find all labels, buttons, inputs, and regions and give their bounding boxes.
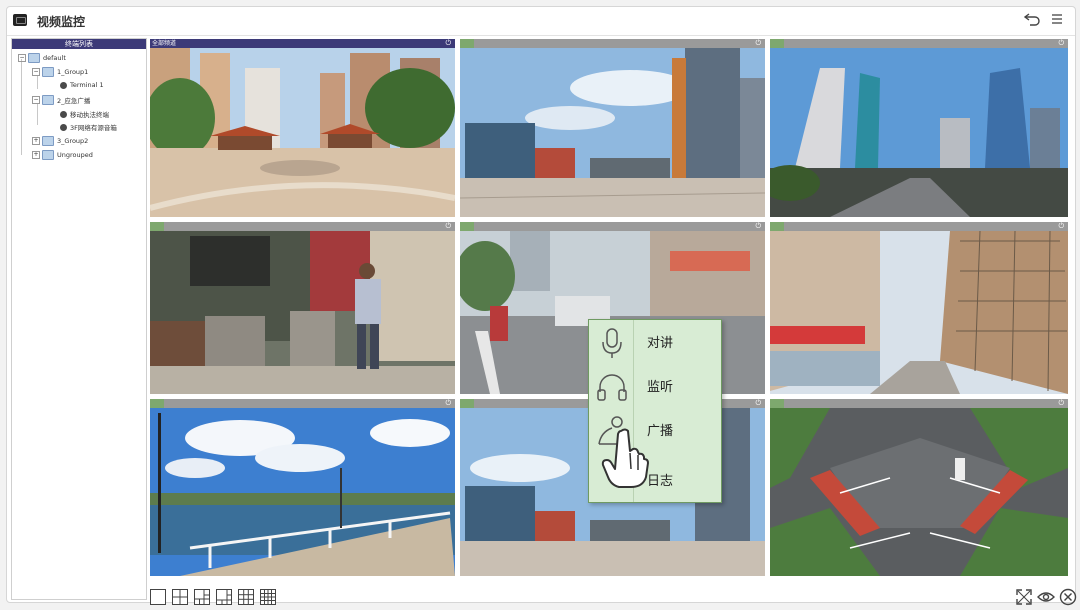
title-bar: 视频监控 [7, 7, 1075, 36]
power-icon[interactable]: ⏻ [755, 39, 761, 48]
tree-node-default[interactable]: − default [18, 53, 66, 63]
status-tag [150, 399, 164, 408]
layout-1-plus-5-button[interactable] [216, 589, 232, 605]
power-icon[interactable]: ⏻ [1058, 399, 1064, 408]
camera-feed-entrance [150, 231, 455, 394]
camera-feed-plaza [150, 48, 455, 217]
cell-header: ⏻ [460, 39, 765, 48]
power-icon[interactable]: ⏻ [445, 399, 451, 408]
status-tag [460, 399, 474, 408]
collapse-icon[interactable]: − [32, 96, 40, 104]
status-tag [460, 39, 474, 48]
cell-header: ⏻ [770, 39, 1068, 48]
menu-item-label: 监听 [647, 380, 674, 395]
menu-item-label: 广播 [647, 424, 674, 439]
power-icon[interactable]: ⏻ [755, 399, 761, 408]
monitor-app-icon [13, 14, 27, 26]
headphones-icon [595, 370, 629, 404]
cell-header: 全部频道 ⏻ [150, 39, 455, 48]
camera-feed-construction [770, 231, 1068, 394]
camera-feed-square [460, 48, 765, 217]
tree-guide-line [21, 59, 22, 155]
video-cell-3[interactable]: ⏻ [770, 39, 1068, 217]
eye-icon[interactable] [1037, 588, 1055, 606]
power-icon[interactable]: ⏻ [755, 222, 761, 231]
tree-node-group2[interactable]: + 3_Group2 [32, 136, 88, 146]
status-tag [460, 222, 474, 231]
tree-node-emergency-broadcast[interactable]: − 2_应急广播 [32, 95, 90, 105]
menu-item-intercom[interactable]: 对讲 [589, 320, 721, 364]
tree-header: 终端列表 [12, 39, 146, 49]
tree-guide-line [37, 75, 38, 89]
cell-header: ⏻ [150, 222, 455, 231]
terminal-icon [60, 81, 67, 89]
tree-node-network-speaker[interactable]: 3F网络有源音箱 [60, 122, 117, 132]
cell-header: ⏻ [770, 399, 1068, 408]
layout-4x4-button[interactable] [260, 589, 276, 605]
status-tag [770, 399, 784, 408]
video-cell-6[interactable]: ⏻ [770, 222, 1068, 394]
fullscreen-icon[interactable] [1015, 588, 1033, 606]
menu-item-monitor[interactable]: 监听 [589, 364, 721, 408]
power-icon[interactable]: ⏻ [1058, 222, 1064, 231]
group-folder-icon [42, 136, 54, 146]
power-icon[interactable]: ⏻ [1058, 39, 1064, 48]
video-cell-2[interactable]: ⏻ [460, 39, 765, 217]
tree-node-mobile-terminal[interactable]: 移动执法终端 [60, 109, 109, 119]
video-cell-1[interactable]: 全部频道 ⏻ [150, 39, 455, 217]
tree-node-terminal-1[interactable]: Terminal 1 [60, 81, 104, 89]
power-icon[interactable]: ⏻ [445, 222, 451, 231]
hand-cursor-icon [601, 427, 649, 488]
cell-header-label: 全部频道 [152, 40, 177, 47]
cell-header: ⏻ [460, 222, 765, 231]
minimize-icon[interactable] [1049, 11, 1065, 31]
back-icon[interactable] [1023, 11, 1041, 31]
status-tag [770, 222, 784, 231]
video-cell-9[interactable]: ⏻ [770, 399, 1068, 576]
tree-node-group1[interactable]: − 1_Group1 [32, 67, 88, 77]
terminal-icon [60, 110, 67, 118]
layout-1-plus-3-button[interactable] [194, 589, 210, 605]
camera-feed-seaside [150, 408, 455, 576]
tree-guide-line [37, 103, 38, 125]
status-tag [770, 39, 784, 48]
video-cell-4[interactable]: ⏻ [150, 222, 455, 394]
close-all-icon[interactable] [1059, 588, 1077, 606]
video-cell-7[interactable]: ⏻ [150, 399, 455, 576]
cell-header: ⏻ [770, 222, 1068, 231]
app-window: 视频监控 终端列表 − default − 1_Group1 Terminal … [6, 6, 1077, 606]
microphone-icon [595, 326, 629, 360]
power-icon[interactable]: ⏻ [445, 39, 451, 48]
layout-3x3-button[interactable] [238, 589, 254, 605]
expand-icon[interactable]: + [32, 137, 40, 145]
cell-header: ⏻ [150, 399, 455, 408]
bottom-toolbar [150, 584, 1077, 608]
menu-item-label: 日志 [647, 474, 674, 489]
layout-1x1-button[interactable] [150, 589, 166, 605]
collapse-icon[interactable]: − [32, 68, 40, 76]
group-folder-icon [42, 67, 54, 77]
group-folder-icon [42, 150, 54, 160]
camera-feed-intersection [770, 408, 1068, 576]
terminal-tree-panel: 终端列表 − default − 1_Group1 Terminal 1 − 2… [11, 38, 147, 600]
camera-feed-skyline [770, 48, 1068, 217]
expand-icon[interactable]: + [32, 151, 40, 159]
terminal-icon [60, 123, 67, 131]
tree-node-ungrouped[interactable]: + Ungrouped [32, 150, 93, 160]
layout-2x2-button[interactable] [172, 589, 188, 605]
window-title: 视频监控 [37, 15, 86, 29]
collapse-icon[interactable]: − [18, 54, 26, 62]
group-folder-icon [28, 53, 40, 63]
group-folder-icon [42, 95, 54, 105]
menu-item-label: 对讲 [647, 336, 674, 351]
status-tag [150, 222, 164, 231]
